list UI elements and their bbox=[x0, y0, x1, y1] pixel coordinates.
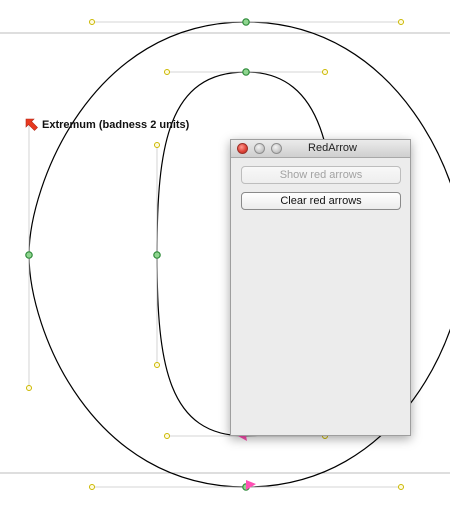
red-arrow-annotation[interactable]: Extremum (badness 2 units) bbox=[24, 116, 189, 134]
red-arrow-icon bbox=[25, 118, 38, 131]
annotation-label: Extremum (badness 2 units) bbox=[42, 119, 190, 131]
direction-markers bbox=[238, 430, 256, 490]
palette-title: RedArrow bbox=[308, 142, 357, 154]
palette-titlebar[interactable]: RedArrow bbox=[231, 140, 410, 158]
oncurve-points[interactable] bbox=[25, 18, 250, 491]
redarrow-palette-window[interactable]: RedArrow Show red arrows Clear red arrow… bbox=[230, 139, 411, 436]
show-red-arrows-button[interactable]: Show red arrows bbox=[241, 166, 401, 184]
clear-red-arrows-button[interactable]: Clear red arrows bbox=[241, 192, 401, 210]
